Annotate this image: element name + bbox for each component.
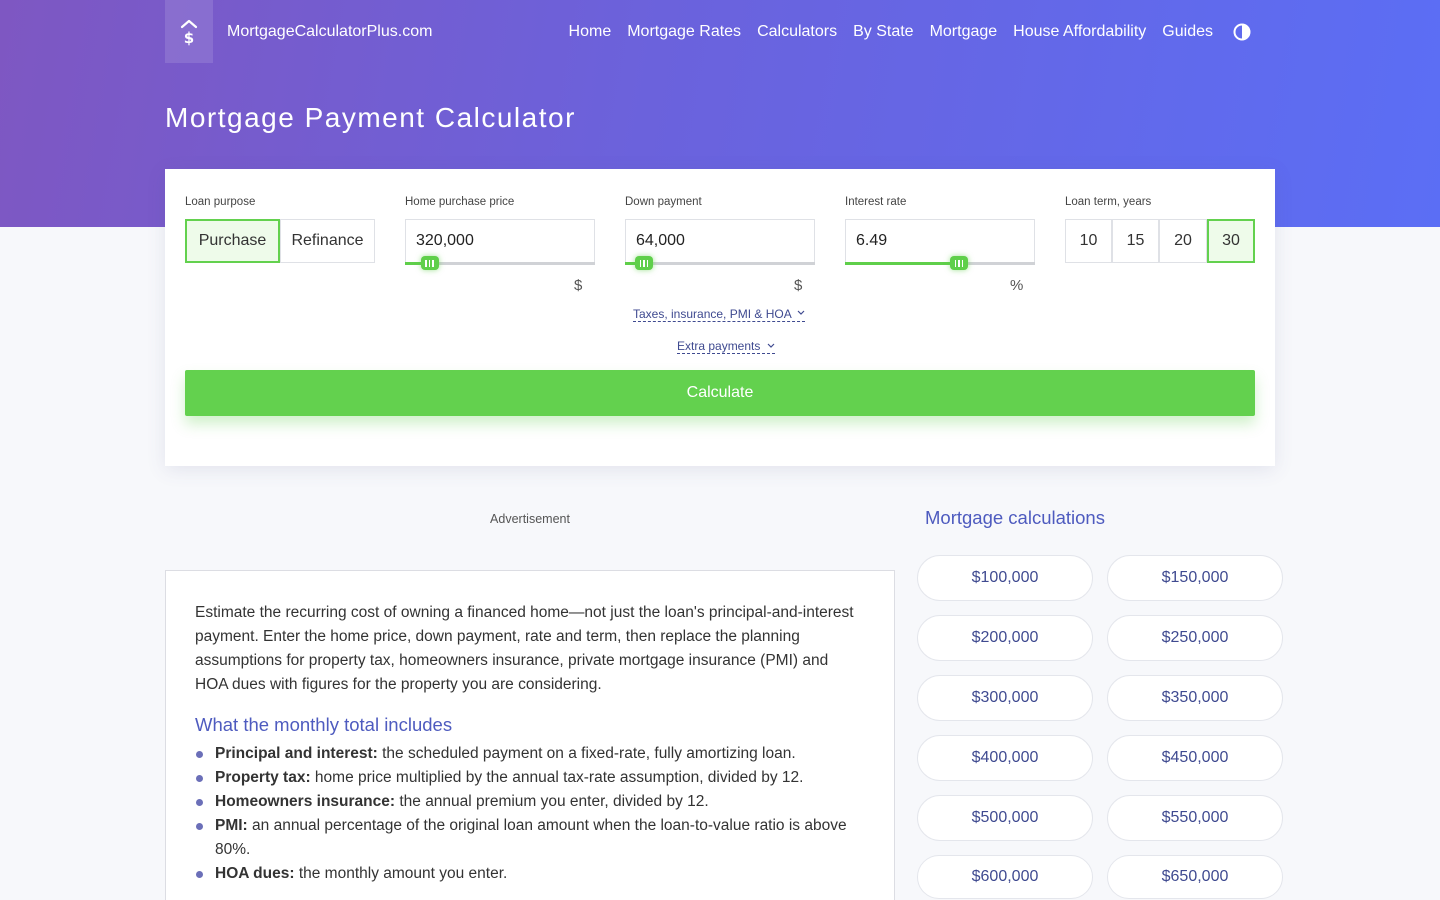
home-price-label: Home purchase price — [405, 196, 515, 208]
amount-link-650000[interactable]: $650,000 — [1107, 855, 1283, 899]
amount-link-200000[interactable]: $200,000 — [917, 615, 1093, 661]
list-item-term: Property tax: — [215, 769, 311, 786]
taxes-insurance-toggle-label: Taxes, insurance, PMI & HOA — [633, 307, 792, 321]
down-payment-unit: $ — [794, 277, 803, 294]
chevron-down-icon — [797, 310, 805, 315]
top-navigation: $ MortgageCalculatorPlus.com Home Mortga… — [165, 0, 1275, 63]
list-item-text: the monthly amount you enter. — [294, 865, 508, 882]
purchase-option[interactable]: Purchase — [185, 219, 280, 263]
down-payment-slider[interactable] — [625, 256, 815, 270]
list-item-text: the scheduled payment on a fixed-rate, f… — [377, 745, 796, 762]
taxes-insurance-toggle[interactable]: Taxes, insurance, PMI & HOA — [633, 307, 806, 322]
down-payment-input[interactable]: 64,000 — [625, 219, 815, 263]
amount-link-250000[interactable]: $250,000 — [1107, 615, 1283, 661]
list-item-text: home price multiplied by the annual tax-… — [310, 769, 804, 786]
article-content: Estimate the recurring cost of owning a … — [165, 570, 895, 900]
home-price-unit: $ — [574, 277, 583, 294]
interest-rate-slider-handle[interactable] — [950, 256, 968, 270]
home-price-slider-handle[interactable] — [420, 256, 439, 270]
down-payment-label: Down payment — [625, 196, 702, 208]
svg-text:$: $ — [184, 29, 194, 46]
down-payment-slider-handle[interactable] — [635, 256, 653, 270]
interest-rate-slider[interactable] — [845, 256, 1035, 270]
nav-house-affordability[interactable]: House Affordability — [1013, 23, 1146, 41]
article-heading: What the monthly total includes — [195, 714, 453, 735]
calculator-form: Loan purpose Purchase Refinance Home pur… — [165, 169, 1275, 466]
interest-rate-input[interactable]: 6.49 — [845, 219, 1035, 263]
amount-link-600000[interactable]: $600,000 — [917, 855, 1093, 899]
theme-toggle-button[interactable] — [1233, 23, 1251, 41]
extra-payments-toggle[interactable]: Extra payments — [677, 339, 775, 354]
contrast-icon — [1233, 23, 1251, 40]
list-item-term: Homeowners insurance: — [215, 793, 396, 810]
chevron-down-icon — [767, 343, 775, 348]
amount-link-450000[interactable]: $450,000 — [1107, 735, 1283, 781]
sidebar-title: Mortgage calculations — [925, 507, 1105, 528]
list-item: Homeowners insurance: the annual premium… — [195, 790, 865, 814]
nav-mortgage[interactable]: Mortgage — [930, 23, 998, 41]
loan-purpose-label: Loan purpose — [185, 196, 256, 208]
nav-by-state[interactable]: By State — [853, 23, 913, 41]
list-item: PMI: an annual percentage of the origina… — [195, 814, 865, 862]
loan-term-label: Loan term, years — [1065, 196, 1152, 208]
list-item-text: the annual premium you enter, divided by… — [395, 793, 709, 810]
amount-link-150000[interactable]: $150,000 — [1107, 555, 1283, 601]
term-15-option[interactable]: 15 — [1112, 219, 1159, 263]
article-intro: Estimate the recurring cost of owning a … — [195, 604, 854, 693]
amount-link-550000[interactable]: $550,000 — [1107, 795, 1283, 841]
includes-list: Principal and interest: the scheduled pa… — [195, 742, 865, 886]
amount-link-500000[interactable]: $500,000 — [917, 795, 1093, 841]
site-name[interactable]: MortgageCalculatorPlus.com — [227, 23, 432, 41]
site-logo[interactable]: $ — [165, 0, 213, 63]
calculate-button[interactable]: Calculate — [185, 370, 1255, 416]
term-10-option[interactable]: 10 — [1065, 219, 1112, 263]
amount-link-350000[interactable]: $350,000 — [1107, 675, 1283, 721]
nav-home[interactable]: Home — [569, 23, 612, 41]
main-nav: Home Mortgage Rates Calculators By State… — [569, 23, 1213, 41]
extra-payments-toggle-label: Extra payments — [677, 339, 761, 353]
advertisement-label: Advertisement — [490, 512, 570, 526]
interest-rate-unit: % — [1010, 277, 1024, 294]
interest-rate-slider-fill — [845, 262, 959, 265]
list-item-term: Principal and interest: — [215, 745, 378, 762]
list-item: HOA dues: the monthly amount you enter. — [195, 862, 865, 886]
nav-mortgage-rates[interactable]: Mortgage Rates — [627, 23, 741, 41]
nav-calculators[interactable]: Calculators — [757, 23, 837, 41]
amount-link-400000[interactable]: $400,000 — [917, 735, 1093, 781]
list-item: Principal and interest: the scheduled pa… — [195, 742, 865, 766]
home-price-slider[interactable] — [405, 256, 595, 270]
nav-guides[interactable]: Guides — [1162, 23, 1213, 41]
house-dollar-icon: $ — [180, 19, 198, 46]
list-item-term: PMI: — [215, 817, 248, 834]
amount-link-300000[interactable]: $300,000 — [917, 675, 1093, 721]
amount-link-100000[interactable]: $100,000 — [917, 555, 1093, 601]
term-20-option[interactable]: 20 — [1159, 219, 1207, 263]
list-item-text: an annual percentage of the original loa… — [215, 817, 847, 858]
interest-rate-label: Interest rate — [845, 196, 907, 208]
list-item-term: HOA dues: — [215, 865, 295, 882]
term-30-option[interactable]: 30 — [1207, 219, 1255, 263]
page-title: Mortgage Payment Calculator — [165, 102, 576, 133]
list-item: Property tax: home price multiplied by t… — [195, 766, 865, 790]
refinance-option[interactable]: Refinance — [280, 219, 375, 263]
